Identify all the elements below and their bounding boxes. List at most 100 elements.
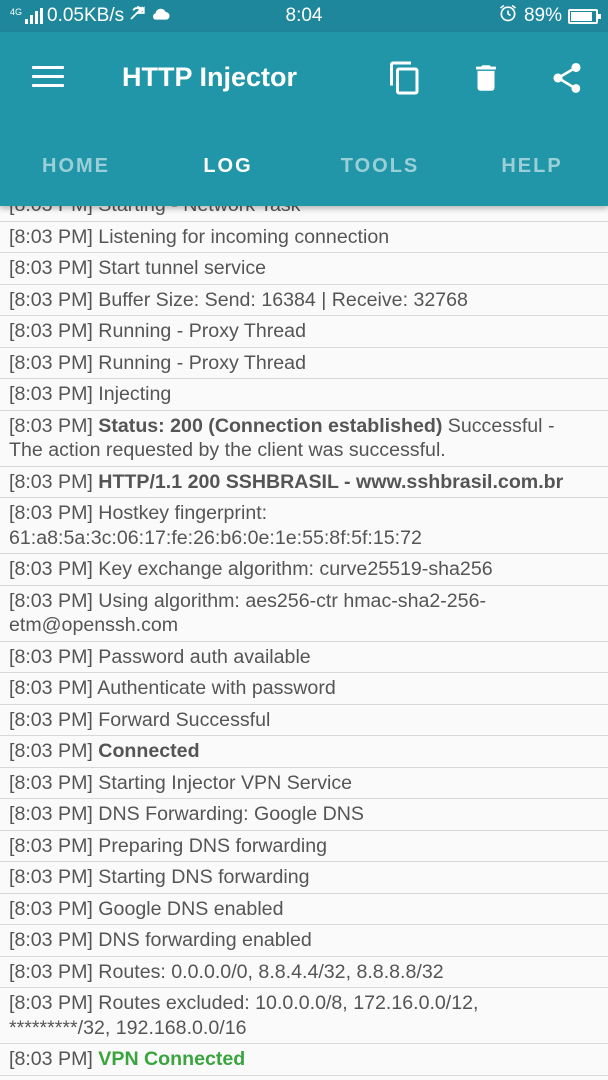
no-sync-icon xyxy=(128,4,146,28)
log-timestamp: [8:03 PM] xyxy=(9,414,93,437)
log-entry: [8:03 PM] Password auth available xyxy=(0,642,608,673)
battery-percent: 89% xyxy=(523,5,562,26)
log-message: Authenticate with password xyxy=(92,677,336,699)
log-entry: [8:03 PM] Starting DNS forwarding xyxy=(0,862,608,894)
share-icon[interactable] xyxy=(545,56,589,100)
log-entry: [8:03 PM] Buffer Size: Send: 16384 | Rec… xyxy=(0,285,608,316)
log-message: DNS forwarding enabled xyxy=(92,929,312,951)
log-timestamp: [8:03 PM] xyxy=(9,897,93,920)
battery-icon xyxy=(568,8,601,24)
signal-icon: 4G xyxy=(10,7,44,24)
log-message: Running - Proxy Thread xyxy=(92,351,306,374)
log-message: Password auth available xyxy=(92,645,311,668)
log-message: Routes: 0.0.0.0/0, 8.8.4.4/32, 8.8.8.8/3… xyxy=(92,960,444,983)
log-timestamp: [8:03 PM] xyxy=(9,834,93,857)
log-entry: [8:03 PM] Listening for incoming connect… xyxy=(0,222,608,253)
log-entry: [8:03 PM] DNS Forwarding: Google DNS xyxy=(0,799,608,831)
cloud-icon xyxy=(150,5,170,27)
log-timestamp: [8:03 PM] xyxy=(9,677,93,699)
tab-home[interactable]: HOME xyxy=(0,126,152,206)
log-entry: [8:03 PM] Running - Proxy Thread xyxy=(0,316,608,348)
log-timestamp: [8:03 PM] xyxy=(9,708,93,731)
log-entry: [8:03 PM] Hostkey fingerprint: 61:a8:5a:3… xyxy=(0,498,608,554)
network-type-label: 4G xyxy=(10,7,23,17)
log-timestamp: [8:03 PM] xyxy=(9,803,93,825)
status-right: 89% xyxy=(498,3,601,29)
log-message: Start tunnel service xyxy=(92,257,267,279)
log-bold-text: Status: 200 (Connection established) xyxy=(92,414,443,437)
log-timestamp: [8:03 PM] xyxy=(9,740,93,762)
log-list[interactable]: [8:03 PM] Starting - Network Task[8:03 P… xyxy=(0,190,608,1080)
log-message: DNS Forwarding: Google DNS xyxy=(92,803,365,825)
delete-icon[interactable] xyxy=(464,56,508,100)
log-timestamp: [8:03 PM] xyxy=(9,257,93,279)
log-entry: [8:03 PM] Injecting xyxy=(0,379,608,411)
log-message: Listening for incoming connection xyxy=(92,225,390,248)
log-timestamp: [8:03 PM] xyxy=(9,351,93,374)
log-timestamp: [8:03 PM] xyxy=(9,288,93,311)
app-title: HTTP Injector xyxy=(122,62,298,92)
log-timestamp: [8:03 PM] xyxy=(9,866,93,888)
alarm-icon xyxy=(498,3,518,29)
menu-icon[interactable] xyxy=(32,66,64,90)
log-timestamp: [8:03 PM] xyxy=(9,589,93,612)
log-message: Routes excluded: 10.0.0.0/8, 172.16.0.0/… xyxy=(92,992,479,1014)
log-message: Successful - xyxy=(442,414,555,437)
log-message: Preparing DNS forwarding xyxy=(92,834,327,857)
log-entry: [8:03 PM] Key exchange algorithm: curve2… xyxy=(0,554,608,586)
log-timestamp: [8:03 PM] xyxy=(9,929,93,951)
log-entry: [8:03 PM] Connected xyxy=(0,736,608,768)
log-entry: [8:03 PM] HTTP/1.1 200 SSHBRASIL - www.s… xyxy=(0,467,608,498)
network-speed: 0.05KB/s xyxy=(47,5,125,26)
log-message: Running - Proxy Thread xyxy=(92,320,306,342)
log-message-continuation: etm@openssh.com xyxy=(9,614,179,636)
log-entry: [8:03 PM] Using algorithm: aes256-ctr hm… xyxy=(0,586,608,642)
log-timestamp: [8:03 PM] xyxy=(9,992,93,1014)
tab-bar: HOME LOG TOOLS HELP xyxy=(0,126,608,206)
log-timestamp: [8:03 PM] xyxy=(9,383,93,405)
log-timestamp: [8:03 PM] xyxy=(9,771,93,794)
log-message: Starting DNS forwarding xyxy=(92,866,310,888)
log-message: Key exchange algorithm: curve25519-sha25… xyxy=(92,558,493,580)
toolbar: HTTP Injector xyxy=(0,32,608,126)
log-message-continuation: 61:a8:5a:3c:06:17:fe:26:b6:0e:1e:55:8f:5… xyxy=(9,526,422,549)
log-entry: [8:03 PM] VPN Connected xyxy=(0,1044,608,1076)
log-timestamp: [8:03 PM] xyxy=(9,320,93,342)
log-entry: [8:03 PM] Type: MOBILE [LTE] | State: CO… xyxy=(0,1076,608,1080)
log-entry: [8:03 PM] Status: 200 (Connection establ… xyxy=(0,411,608,467)
log-bold-text: HTTP/1.1 200 SSHBRASIL - www.sshbrasil.c… xyxy=(92,470,564,493)
tab-log[interactable]: LOG xyxy=(152,126,304,206)
log-timestamp: [8:03 PM] xyxy=(9,225,93,248)
log-message: Injecting xyxy=(92,383,172,405)
tab-tools[interactable]: TOOLS xyxy=(304,126,456,206)
log-entry: [8:03 PM] Preparing DNS forwarding xyxy=(0,831,608,862)
log-message: Hostkey fingerprint: xyxy=(92,502,268,524)
log-message: Starting Injector VPN Service xyxy=(92,771,353,794)
log-message: Google DNS enabled xyxy=(92,897,284,920)
log-timestamp: [8:03 PM] xyxy=(9,645,93,668)
status-left: 4G 0.05KB/s xyxy=(10,4,498,28)
copy-icon[interactable] xyxy=(383,56,427,100)
log-timestamp: [8:03 PM] xyxy=(9,960,93,983)
log-message: Forward Successful xyxy=(92,708,271,731)
app-bar: HTTP Injector HOME LOG TOOLS HELP xyxy=(0,32,608,206)
tab-help[interactable]: HELP xyxy=(456,126,608,206)
log-entry: [8:03 PM] Running - Proxy Thread xyxy=(0,348,608,379)
log-timestamp: [8:03 PM] xyxy=(9,1048,93,1070)
log-entry: [8:03 PM] Google DNS enabled xyxy=(0,894,608,925)
log-timestamp: [8:03 PM] xyxy=(9,502,93,524)
log-message: Using algorithm: aes256-ctr hmac-sha2-25… xyxy=(92,589,486,612)
log-entry: [8:03 PM] Starting Injector VPN Service xyxy=(0,768,608,799)
log-message-continuation: The action requested by the client was s… xyxy=(9,439,446,461)
status-bar: 4G 0.05KB/s 8:04 89% xyxy=(0,0,608,32)
log-message-continuation: *********/32, 192.168.0.0/16 xyxy=(9,1016,247,1039)
log-timestamp: [8:03 PM] xyxy=(9,470,93,493)
log-entry: [8:03 PM] Forward Successful xyxy=(0,705,608,736)
log-timestamp: [8:03 PM] xyxy=(9,558,93,580)
log-entry: [8:03 PM] Routes: 0.0.0.0/0, 8.8.4.4/32,… xyxy=(0,957,608,988)
log-entry: [8:03 PM] DNS forwarding enabled xyxy=(0,925,608,957)
log-entry: [8:03 PM] Authenticate with password xyxy=(0,673,608,705)
log-entry: [8:03 PM] Start tunnel service xyxy=(0,253,608,285)
log-message: Buffer Size: Send: 16384 | Receive: 3276… xyxy=(92,288,468,311)
log-entry: [8:03 PM] Routes excluded: 10.0.0.0/8, 1… xyxy=(0,988,608,1044)
